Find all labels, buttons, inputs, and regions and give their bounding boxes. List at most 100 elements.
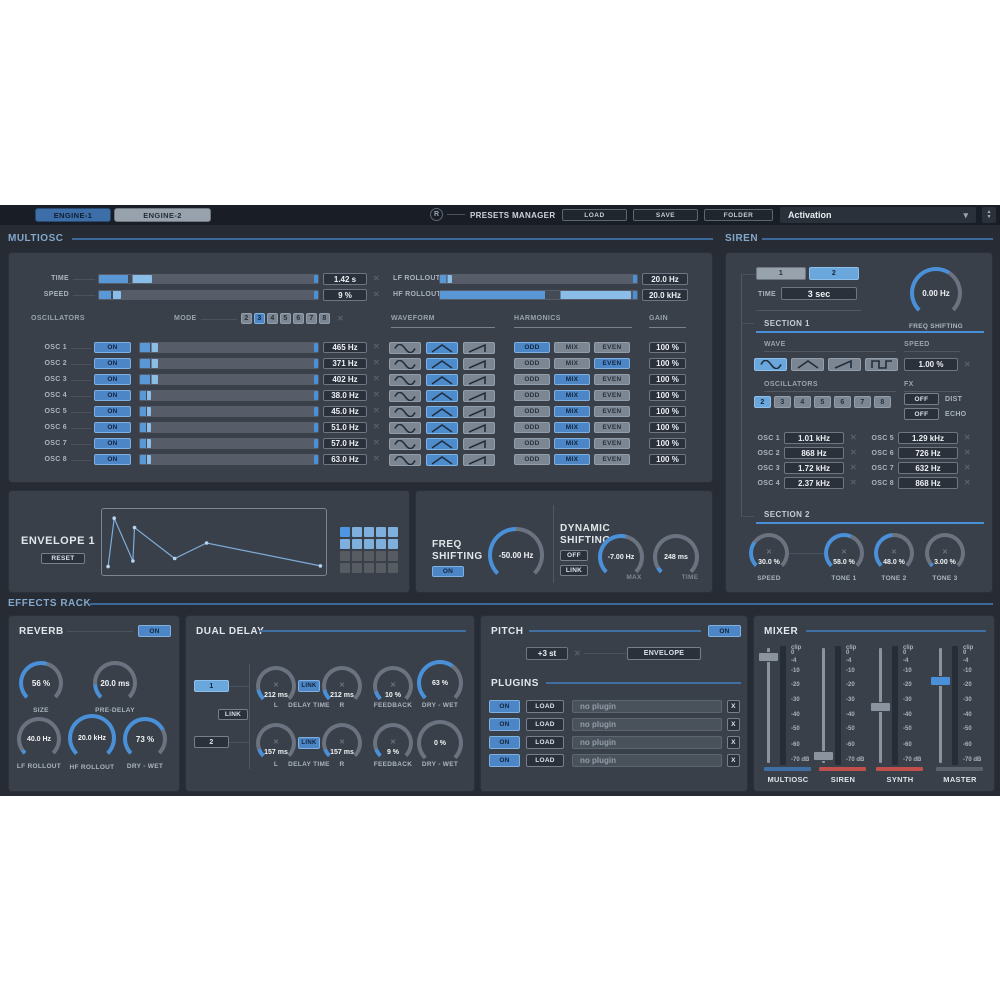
siren-tab-2[interactable]: 2 xyxy=(809,267,859,280)
plugin-load-button[interactable]: LOAD xyxy=(526,736,564,749)
osc-frequency-slider[interactable] xyxy=(139,374,319,385)
clear-icon[interactable] xyxy=(373,423,380,431)
harmonics-odd-button[interactable]: ODD xyxy=(514,374,550,385)
plugin-slot-field[interactable]: no plugin xyxy=(572,700,722,713)
osc-gain-value[interactable]: 100 % xyxy=(649,406,686,417)
save-preset-button[interactable]: SAVE xyxy=(633,209,698,221)
osc-on-button[interactable]: ON xyxy=(94,406,131,417)
volume-fader-handle[interactable] xyxy=(758,652,779,662)
delay-tab-1[interactable]: 1 xyxy=(194,680,229,692)
env-grid-cell[interactable] xyxy=(340,551,350,561)
sine-wave-button[interactable] xyxy=(389,342,421,354)
sine-wave-button[interactable] xyxy=(389,422,421,434)
envelope-point[interactable] xyxy=(173,557,177,561)
env-grid-cell[interactable] xyxy=(376,563,386,573)
pitch-semitones-value[interactable]: +3 st xyxy=(526,647,568,660)
plugin-load-button[interactable]: LOAD xyxy=(526,754,564,767)
envelope-point[interactable] xyxy=(112,516,116,520)
sine-wave-button[interactable] xyxy=(389,358,421,370)
triangle-wave-button[interactable] xyxy=(426,390,458,402)
osc-field-value[interactable]: 1.72 kHz xyxy=(784,462,844,474)
osc-frequency-value[interactable]: 45.0 Hz xyxy=(323,406,367,417)
hf-rollout-value[interactable]: 20.0 kHz xyxy=(642,289,688,301)
env-grid-cell[interactable] xyxy=(364,551,374,561)
osc-frequency-slider[interactable] xyxy=(139,342,319,353)
volume-fader-handle[interactable] xyxy=(930,676,951,686)
clear-icon[interactable] xyxy=(373,359,380,367)
osc-field-value[interactable]: 632 Hz xyxy=(898,462,958,474)
harmonics-mix-button[interactable]: MIX xyxy=(554,406,590,417)
delay1-right-knob[interactable]: 212 ms xyxy=(322,666,362,706)
mode-4-button[interactable]: 4 xyxy=(267,313,278,324)
plugin-remove-button[interactable]: X xyxy=(727,736,740,749)
saw-wave-button[interactable] xyxy=(463,390,495,402)
osc-field-value[interactable]: 726 Hz xyxy=(898,447,958,459)
sine-wave-button[interactable] xyxy=(389,390,421,402)
folder-button[interactable]: FOLDER xyxy=(704,209,773,221)
env-grid-cell[interactable] xyxy=(376,539,386,549)
delay2-left-knob[interactable]: 157 ms xyxy=(256,723,296,763)
clear-icon[interactable] xyxy=(574,650,581,658)
clear-icon[interactable] xyxy=(373,291,380,299)
harmonics-odd-button[interactable]: ODD xyxy=(514,454,550,465)
osc-frequency-value[interactable]: 38.0 Hz xyxy=(323,390,367,401)
clear-icon[interactable] xyxy=(390,674,396,692)
delay2-drywet-knob[interactable]: 0 % xyxy=(417,720,463,766)
env-grid-cell[interactable] xyxy=(340,539,350,549)
siren-osc-4-button[interactable]: 4 xyxy=(794,396,811,408)
preset-stepper[interactable]: ▲▼ xyxy=(982,207,996,223)
preset-dropdown[interactable]: Activation xyxy=(780,207,976,223)
env-grid-cell[interactable] xyxy=(376,527,386,537)
clear-icon[interactable] xyxy=(964,479,971,487)
envelope-point[interactable] xyxy=(106,565,110,569)
siren-tone3-knob[interactable]: 3.00 % xyxy=(925,533,965,573)
siren-freq-shifting-knob[interactable]: 0.00 Hz xyxy=(910,267,962,319)
harmonics-odd-button[interactable]: ODD xyxy=(514,422,550,433)
sine-wave-button[interactable] xyxy=(389,406,421,418)
osc-gain-value[interactable]: 100 % xyxy=(649,454,686,465)
plugin-slot-field[interactable]: no plugin xyxy=(572,754,722,767)
reverb-hf-rollout-knob[interactable]: 20.0 kHz xyxy=(68,714,116,762)
harmonics-mix-button[interactable]: MIX xyxy=(554,390,590,401)
saw-wave-button[interactable] xyxy=(463,454,495,466)
clear-icon[interactable] xyxy=(964,464,971,472)
reverb-lf-rollout-knob[interactable]: 40.0 Hz xyxy=(17,717,61,761)
siren-sine-wave-button[interactable] xyxy=(754,358,787,371)
freq-shifting-on-button[interactable]: ON xyxy=(432,566,464,577)
reverb-on-button[interactable]: ON xyxy=(138,625,171,637)
saw-wave-button[interactable] xyxy=(463,406,495,418)
harmonics-odd-button[interactable]: ODD xyxy=(514,358,550,369)
harmonics-even-button[interactable]: EVEN xyxy=(594,374,630,385)
env-grid-cell[interactable] xyxy=(352,539,362,549)
envelope-step-grid[interactable] xyxy=(340,527,398,573)
dist-toggle-button[interactable]: OFF xyxy=(904,393,939,405)
envelope-point[interactable] xyxy=(131,559,135,563)
hf-rollout-slider[interactable] xyxy=(439,290,638,300)
plugin-remove-button[interactable]: X xyxy=(727,718,740,731)
harmonics-mix-button[interactable]: MIX xyxy=(554,422,590,433)
osc-gain-value[interactable]: 100 % xyxy=(649,342,686,353)
siren-osc-5-button[interactable]: 5 xyxy=(814,396,831,408)
volume-fader[interactable] xyxy=(939,648,942,763)
clear-icon[interactable] xyxy=(850,479,857,487)
osc-field-value[interactable]: 2.37 kHz xyxy=(784,477,844,489)
osc-on-button[interactable]: ON xyxy=(94,390,131,401)
lf-rollout-slider[interactable] xyxy=(439,274,638,284)
mode-2-button[interactable]: 2 xyxy=(241,313,252,324)
env-grid-cell[interactable] xyxy=(352,527,362,537)
osc-frequency-value[interactable]: 51.0 Hz xyxy=(323,422,367,433)
mode-5-button[interactable]: 5 xyxy=(280,313,291,324)
env-grid-cell[interactable] xyxy=(352,551,362,561)
osc-gain-value[interactable]: 100 % xyxy=(649,374,686,385)
osc-frequency-value[interactable]: 63.0 Hz xyxy=(323,454,367,465)
clear-icon[interactable] xyxy=(841,541,847,559)
harmonics-even-button[interactable]: EVEN xyxy=(594,454,630,465)
pitch-envelope-button[interactable]: ENVELOPE xyxy=(627,647,701,660)
mode-6-button[interactable]: 6 xyxy=(293,313,304,324)
delay-tab-2[interactable]: 2 xyxy=(194,736,229,748)
envelope-point[interactable] xyxy=(133,526,137,530)
harmonics-even-button[interactable]: EVEN xyxy=(594,390,630,401)
saw-wave-button[interactable] xyxy=(463,342,495,354)
reverb-predelay-knob[interactable]: 20.0 ms xyxy=(93,661,137,705)
speed-value[interactable]: 9 % xyxy=(323,289,367,301)
